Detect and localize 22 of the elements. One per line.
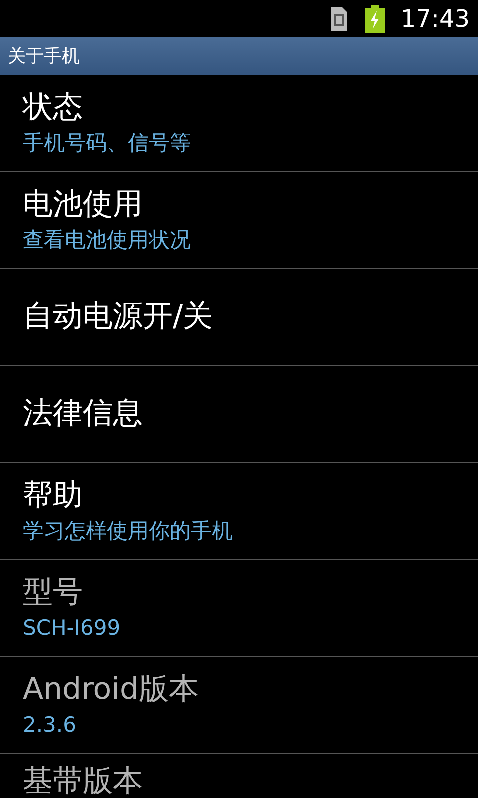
sim-card-icon: [328, 6, 349, 32]
item-summary: 2.3.6: [23, 712, 78, 739]
item-title: 自动电源开/关: [23, 298, 214, 336]
item-summary: SCH-I699: [23, 615, 122, 642]
item-title: 电池使用: [23, 186, 144, 224]
settings-item[interactable]: 自动电源开/关: [0, 269, 478, 366]
item-title: 状态: [23, 89, 84, 127]
battery-charging-icon: [364, 4, 385, 32]
settings-item[interactable]: 电池使用 查看电池使用状况: [0, 172, 478, 269]
settings-item[interactable]: 法律信息: [0, 366, 478, 463]
item-summary: 查看电池使用状况: [23, 227, 192, 254]
settings-item[interactable]: 帮助 学习怎样使用你的手机: [0, 463, 478, 560]
screen-title: 关于手机: [8, 45, 80, 68]
item-summary: 学习怎样使用你的手机: [23, 518, 234, 545]
item-title: 帮助: [23, 477, 84, 515]
clock-time: 17:43: [400, 4, 470, 32]
item-title: 法律信息: [23, 395, 144, 433]
item-title: Android版本: [23, 671, 200, 709]
settings-item[interactable]: 状态 手机号码、信号等: [0, 75, 478, 172]
item-summary: 手机号码、信号等: [23, 130, 192, 157]
item-title: 型号: [23, 574, 84, 612]
item-title: 基带版本: [23, 763, 144, 798]
